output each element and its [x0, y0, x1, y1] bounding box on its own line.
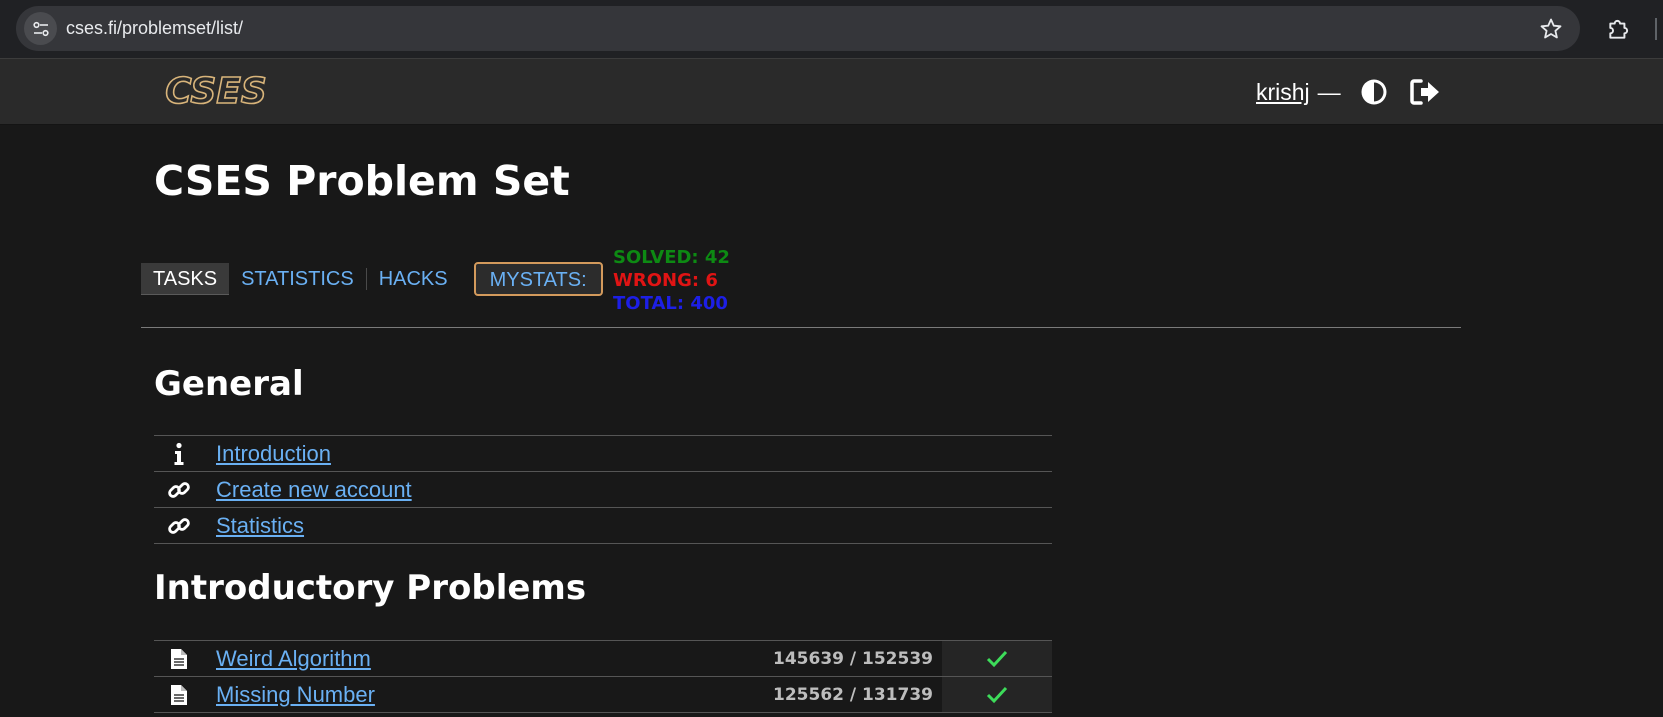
- user-separator: —: [1317, 78, 1341, 105]
- list-item: Create new account: [154, 472, 1052, 508]
- section-title-general: General: [154, 364, 304, 404]
- task-link-weird-algorithm[interactable]: Weird Algorithm: [216, 641, 371, 677]
- cses-logo[interactable]: CSES: [153, 71, 279, 111]
- username-link[interactable]: krishj: [1256, 79, 1310, 106]
- task-status: [942, 677, 1052, 712]
- document-icon: [167, 683, 191, 707]
- stat-solved: SOLVED: 42: [613, 247, 730, 268]
- site-info-button[interactable]: [24, 12, 57, 45]
- task-row: Missing Number 125562 / 131739: [154, 677, 1052, 713]
- statistics-link[interactable]: Statistics: [216, 508, 304, 544]
- task-solve-count: 145639 / 152539: [773, 649, 933, 669]
- toolbar-divider: [1655, 18, 1657, 40]
- task-solve-count: 125562 / 131739: [773, 685, 933, 705]
- link-icon: [167, 478, 191, 502]
- user-area: krishj —: [1256, 73, 1441, 111]
- link-icon: [167, 514, 191, 538]
- task-link-missing-number[interactable]: Missing Number: [216, 677, 375, 713]
- divider: [141, 327, 1461, 328]
- section-title-introductory: Introductory Problems: [154, 568, 587, 608]
- logout-icon[interactable]: [1409, 77, 1441, 107]
- checkmark-icon: [986, 686, 1008, 703]
- task-list: Weird Algorithm 145639 / 152539 Missing …: [154, 640, 1052, 713]
- task-status: [942, 641, 1052, 676]
- nav-tabs: TASKS STATISTICS HACKS MYSTATS:: [141, 262, 603, 296]
- tab-tasks[interactable]: TASKS: [141, 263, 230, 295]
- tune-icon: [32, 21, 49, 36]
- list-item: Introduction: [154, 436, 1052, 472]
- general-list: Introduction Create new account Statisti…: [154, 435, 1052, 544]
- tab-hacks[interactable]: HACKS: [367, 263, 460, 295]
- logo-text: CSES: [165, 71, 267, 111]
- user-stats: SOLVED: 42 WRONG: 6 TOTAL: 400: [613, 246, 730, 315]
- list-item: Statistics: [154, 508, 1052, 544]
- star-outline-icon[interactable]: [1539, 17, 1563, 41]
- introduction-link[interactable]: Introduction: [216, 436, 331, 472]
- url-text[interactable]: cses.fi/problemset/list/: [66, 6, 243, 51]
- info-icon: [167, 442, 191, 466]
- task-row: Weird Algorithm 145639 / 152539: [154, 641, 1052, 677]
- mystats-button[interactable]: MYSTATS:: [473, 262, 603, 296]
- contrast-icon[interactable]: [1359, 77, 1389, 107]
- site-header: CSES krishj —: [0, 59, 1663, 125]
- stat-wrong: WRONG: 6: [613, 270, 718, 291]
- puzzle-icon[interactable]: [1606, 16, 1632, 42]
- checkmark-icon: [986, 650, 1008, 667]
- browser-toolbar: cses.fi/problemset/list/: [0, 0, 1663, 59]
- address-bar[interactable]: cses.fi/problemset/list/: [16, 6, 1580, 51]
- tab-statistics[interactable]: STATISTICS: [229, 263, 366, 295]
- stat-total: TOTAL: 400: [613, 293, 728, 314]
- page-title: CSES Problem Set: [154, 157, 570, 205]
- document-icon: [167, 647, 191, 671]
- create-account-link[interactable]: Create new account: [216, 472, 412, 508]
